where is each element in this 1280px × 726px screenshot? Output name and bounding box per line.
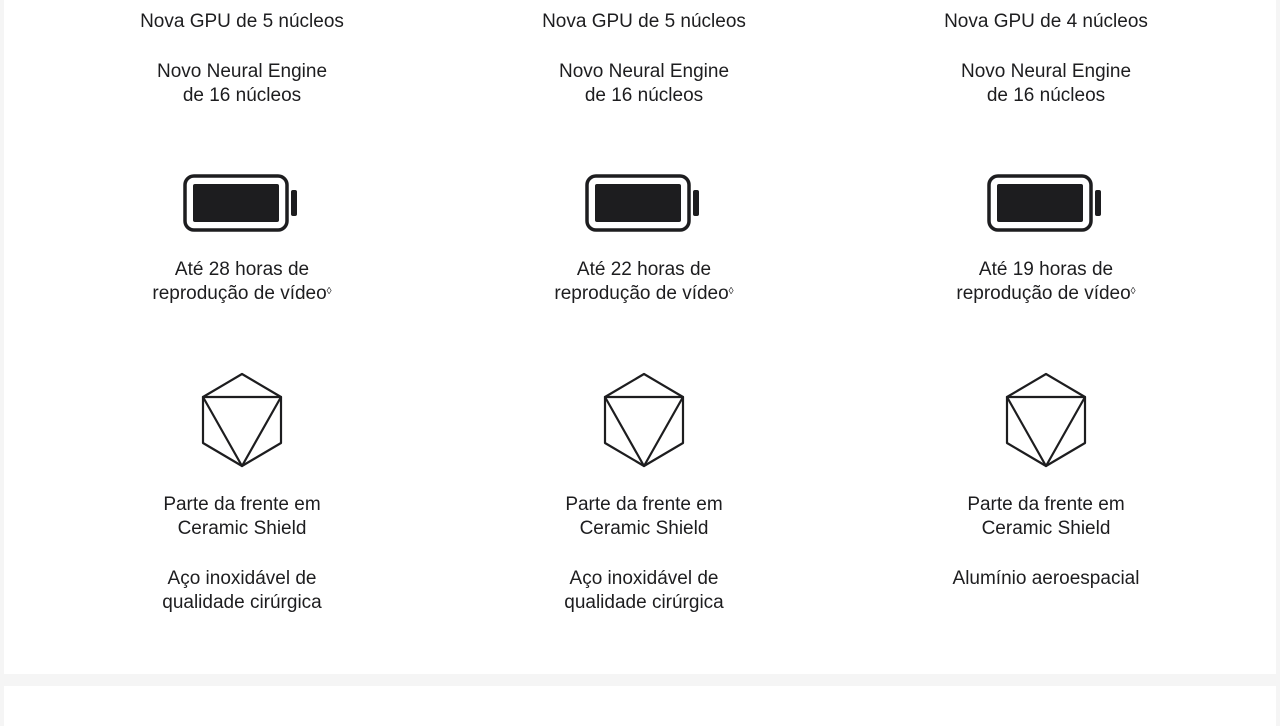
gpu-spec: Nova GPU de 5 núcleos (542, 11, 746, 32)
front-glass-spec: Parte da frente em Ceramic Shield (886, 493, 1206, 541)
comparison-column-3: Nova GPU de 4 núcleos Novo Neural Engine… (886, 0, 1206, 674)
neural-engine-spec: Novo Neural Engine de 16 núcleos (886, 60, 1206, 108)
battery-line-1: Até 19 horas de (978, 259, 1114, 280)
neural-engine-line-1: Novo Neural Engine (960, 61, 1132, 82)
battery-icon (183, 174, 297, 232)
material-line-2: qualidade cirúrgica (162, 592, 322, 613)
battery-line-2: reprodução de vídeo (152, 283, 327, 304)
comparison-panel: Nova GPU de 5 núcleos Novo Neural Engine… (4, 0, 1276, 674)
neural-engine-line-1: Novo Neural Engine (156, 61, 328, 82)
neural-engine-line-1: Novo Neural Engine (558, 61, 730, 82)
front-line-1: Parte da frente em (565, 494, 723, 515)
comparison-column-1: Nova GPU de 5 núcleos Novo Neural Engine… (82, 0, 402, 674)
front-line-1: Parte da frente em (967, 494, 1125, 515)
comparison-column-2: Nova GPU de 5 núcleos Novo Neural Engine… (484, 0, 804, 674)
battery-footnote-mark[interactable]: ◊ (327, 286, 332, 297)
material-line-1: Aço inoxidável de (167, 568, 317, 589)
battery-spec: Até 28 horas de reprodução de vídeo◊ (82, 258, 402, 306)
front-line-2: Ceramic Shield (177, 518, 307, 539)
battery-spec: Até 22 horas de reprodução de vídeo◊ (484, 258, 804, 306)
material-spec: Aço inoxidável de qualidade cirúrgica (484, 567, 804, 615)
neural-engine-line-2: de 16 núcleos (182, 85, 302, 106)
ceramic-shield-icon (603, 372, 685, 468)
front-line-2: Ceramic Shield (579, 518, 709, 539)
neural-engine-spec: Novo Neural Engine de 16 núcleos (82, 60, 402, 108)
front-glass-spec: Parte da frente em Ceramic Shield (484, 493, 804, 541)
material-spec: Aço inoxidável de qualidade cirúrgica (82, 567, 402, 615)
material-line-1: Alumínio aeroespacial (952, 568, 1140, 589)
neural-engine-line-2: de 16 núcleos (986, 85, 1106, 106)
battery-icon (585, 174, 699, 232)
front-line-1: Parte da frente em (163, 494, 321, 515)
battery-footnote-mark[interactable]: ◊ (729, 286, 734, 297)
neural-engine-spec: Novo Neural Engine de 16 núcleos (484, 60, 804, 108)
ceramic-shield-icon (201, 372, 283, 468)
material-line-2: qualidade cirúrgica (564, 592, 724, 613)
battery-icon (987, 174, 1101, 232)
battery-line-1: Até 22 horas de (576, 259, 712, 280)
material-line-1: Aço inoxidável de (569, 568, 719, 589)
gpu-spec: Nova GPU de 5 núcleos (140, 11, 344, 32)
next-section-panel (4, 686, 1276, 726)
battery-spec: Até 19 horas de reprodução de vídeo◊ (886, 258, 1206, 306)
battery-line-2: reprodução de vídeo (554, 283, 729, 304)
gpu-spec: Nova GPU de 4 núcleos (944, 11, 1148, 32)
front-glass-spec: Parte da frente em Ceramic Shield (82, 493, 402, 541)
battery-line-2: reprodução de vídeo (956, 283, 1131, 304)
neural-engine-line-2: de 16 núcleos (584, 85, 704, 106)
battery-line-1: Até 28 horas de (174, 259, 310, 280)
ceramic-shield-icon (1005, 372, 1087, 468)
battery-footnote-mark[interactable]: ◊ (1131, 286, 1136, 297)
material-spec: Alumínio aeroespacial (886, 567, 1206, 591)
front-line-2: Ceramic Shield (981, 518, 1111, 539)
